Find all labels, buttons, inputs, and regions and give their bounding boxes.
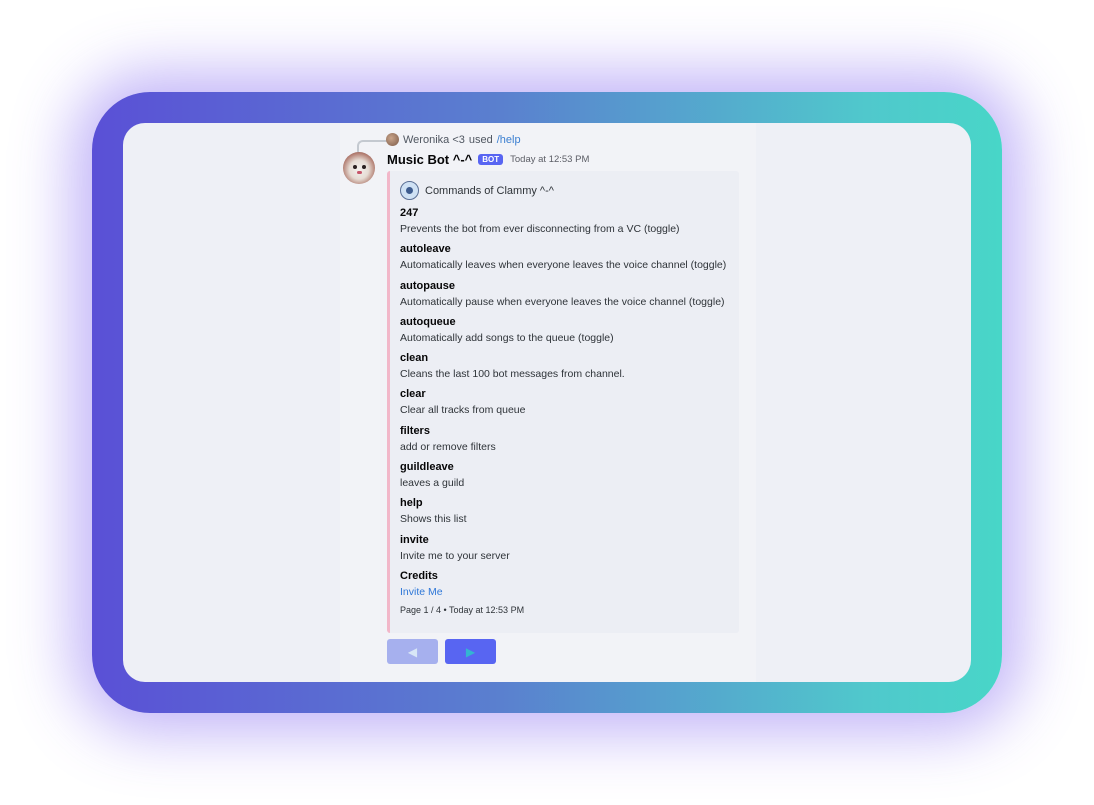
message-timestamp: Today at 12:53 PM [510,154,590,165]
embed-field: guildleave leaves a guild [400,460,730,496]
embed-field: clear Clear all tracks from queue [400,387,730,423]
message-header: Music Bot ^-^ BOT Today at 12:53 PM [387,152,589,167]
reply-username[interactable]: Weronika <3 [403,134,465,146]
invite-me-link[interactable]: Invite Me [400,584,730,600]
help-embed: Commands of Clammy ^-^ 247 Prevents the … [387,171,739,633]
field-name: guildleave [400,461,454,474]
arrow-left-icon: ◀ [407,644,418,659]
embed-footer: Page 1 / 4 • Today at 12:53 PM [400,605,525,615]
field-name: help [400,497,423,510]
embed-field: autopause Automatically pause when every… [400,279,730,315]
embed-author: Commands of Clammy ^-^ [400,181,554,200]
embed-field: autoleave Automatically leaves when ever… [400,242,730,278]
previous-page-button[interactable]: ◀ [387,639,438,664]
embed-field: invite Invite me to your server [400,533,730,569]
bot-tag-badge: BOT [478,154,504,165]
field-value: leaves a guild [400,477,465,490]
field-name: clear [400,388,426,401]
music-disc-icon [400,181,419,200]
reply-reference[interactable]: Weronika <3 used /help [386,133,521,146]
field-name: autoleave [400,243,451,256]
avatar-eye-right [362,165,366,169]
chat-message-area: Weronika <3 used /help Music Bot ^-^ BOT… [340,123,756,682]
field-name: invite [400,533,429,546]
reply-used-text: used [468,133,493,146]
avatar-eye-left [353,165,357,169]
avatar-nose [357,171,362,174]
embed-author-name: Commands of Clammy ^-^ [425,184,554,197]
field-name: filters [400,424,430,437]
embed-field: clean Cleans the last 100 bot messages f… [400,351,730,387]
next-page-button[interactable]: ▶ [445,639,496,664]
embed-field: Credits Invite Me [400,569,730,605]
reply-command[interactable]: /help [497,134,521,146]
embed-fields: 247 Prevents the bot from ever disconnec… [400,206,730,605]
field-name: clean [400,352,429,365]
user-avatar-icon[interactable] [386,133,399,146]
embed-field: help Shows this list [400,496,730,532]
bot-avatar-icon[interactable] [343,152,375,184]
field-value: Automatically pause when everyone leaves… [400,295,725,308]
field-name: autopause [400,279,456,292]
bot-username[interactable]: Music Bot ^-^ [387,152,472,167]
field-value: Cleans the last 100 bot messages from ch… [400,368,625,381]
field-value: Invite me to your server [400,549,510,562]
field-value: Shows this list [400,513,467,526]
discord-screen: Weronika <3 used /help Music Bot ^-^ BOT… [123,123,971,682]
embed-field: 247 Prevents the bot from ever disconnec… [400,206,730,242]
field-value: Automatically add songs to the queue (to… [400,331,614,344]
pagination-buttons: ◀ ▶ [387,639,496,664]
embed-field: autoqueue Automatically add songs to the… [400,315,730,351]
field-name: Credits [400,569,438,582]
field-name: autoqueue [400,315,456,328]
field-name: 247 [400,207,419,219]
embed-field: filters add or remove filters [400,424,730,460]
field-value: Automatically leaves when everyone leave… [400,259,727,272]
arrow-right-icon: ▶ [465,644,476,659]
field-value: Clear all tracks from queue [400,404,526,417]
field-value: add or remove filters [400,440,496,453]
field-value: Prevents the bot from ever disconnecting… [400,223,680,235]
